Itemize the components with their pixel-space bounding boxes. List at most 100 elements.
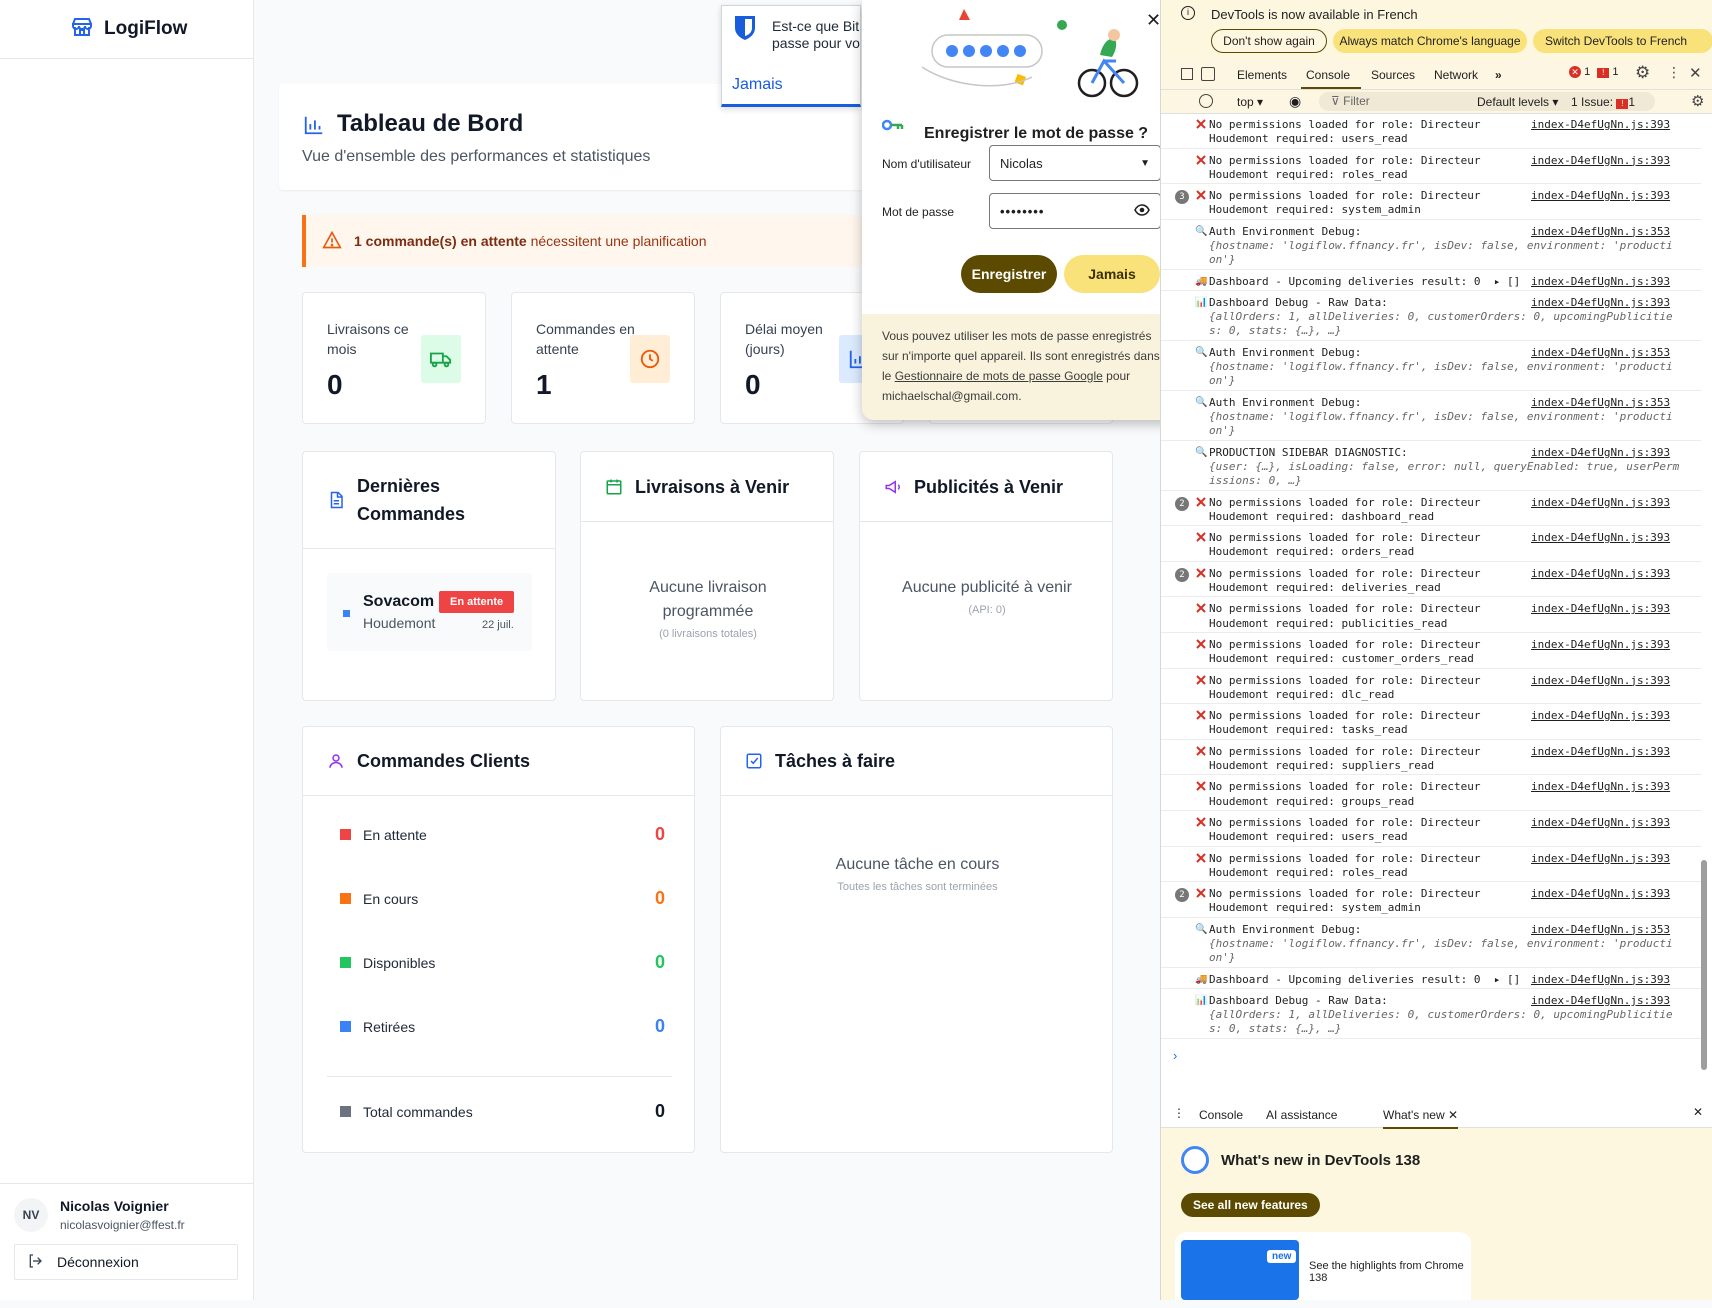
match-language-button[interactable]: Always match Chrome's language bbox=[1333, 29, 1527, 53]
message-object[interactable]: {allOrders: 1, allDeliveries: 0, custome… bbox=[1209, 1008, 1694, 1037]
source-link[interactable]: index-D4efUgNn.js:393 bbox=[1531, 567, 1670, 581]
bitwarden-never-button[interactable]: Jamais bbox=[732, 76, 783, 94]
console-settings-icon[interactable]: ⚙ bbox=[1691, 92, 1704, 110]
console-prompt[interactable]: › bbox=[1173, 1048, 1177, 1063]
console-error-row[interactable]: 2 No permissions loaded for role: Directe… bbox=[1161, 563, 1701, 598]
source-link[interactable]: index-D4efUgNn.js:393 bbox=[1531, 638, 1670, 652]
source-link[interactable]: index-D4efUgNn.js:393 bbox=[1531, 780, 1670, 794]
console-error-row[interactable]: No permissions loaded for role: Directeu… bbox=[1161, 741, 1701, 776]
message-object[interactable]: {hostname: 'logiflow.ffnancy.fr', isDev:… bbox=[1209, 239, 1694, 268]
message-object[interactable]: {allOrders: 1, allDeliveries: 0, custome… bbox=[1209, 310, 1694, 339]
console-error-row[interactable]: No permissions loaded for role: Directeu… bbox=[1161, 670, 1701, 705]
source-link[interactable]: index-D4efUgNn.js:393 bbox=[1531, 709, 1670, 723]
source-link[interactable]: index-D4efUgNn.js:393 bbox=[1531, 189, 1670, 203]
source-link[interactable]: index-D4efUgNn.js:393 bbox=[1531, 973, 1670, 987]
source-link[interactable]: index-D4efUgNn.js:393 bbox=[1531, 296, 1670, 310]
eye-icon[interactable] bbox=[1134, 203, 1150, 219]
console-log-row[interactable]: 📊 Dashboard Debug - Raw Data: {allOrders: … bbox=[1161, 292, 1701, 341]
console-log-row[interactable]: 🔍 Auth Environment Debug: {hostname: 'logi… bbox=[1161, 221, 1701, 270]
console-error-row[interactable]: No permissions loaded for role: Directeu… bbox=[1161, 848, 1701, 883]
order-item[interactable]: Sovacom En attente Houdemont 22 juil. bbox=[327, 573, 532, 651]
tab-network[interactable]: Network bbox=[1434, 68, 1478, 82]
clear-console-icon[interactable] bbox=[1199, 94, 1213, 108]
tab-sources[interactable]: Sources bbox=[1371, 68, 1415, 82]
device-toolbar-icon[interactable] bbox=[1201, 67, 1215, 81]
console-log-row[interactable]: 🚚 Dashboard - Upcoming deliveries result:… bbox=[1161, 271, 1701, 291]
console-log-row[interactable]: 📊 Dashboard Debug - Raw Data: {allOrders: … bbox=[1161, 990, 1701, 1039]
context-select[interactable]: top ▾ bbox=[1237, 95, 1263, 109]
dont-show-again-button[interactable]: Don't show again bbox=[1211, 29, 1327, 53]
source-link[interactable]: index-D4efUgNn.js:393 bbox=[1531, 674, 1670, 688]
logout-label: Déconnexion bbox=[57, 1254, 139, 1270]
console-error-row[interactable]: No permissions loaded for role: Directeu… bbox=[1161, 598, 1701, 633]
source-link[interactable]: index-D4efUgNn.js:353 bbox=[1531, 396, 1670, 410]
error-count-icon[interactable]: ✕ 1 ! 1 bbox=[1569, 66, 1618, 78]
inspect-icon[interactable] bbox=[1181, 68, 1193, 80]
source-link[interactable]: index-D4efUgNn.js:353 bbox=[1531, 923, 1670, 937]
username-select[interactable]: Nicolas ▼ bbox=[989, 145, 1161, 181]
source-link[interactable]: index-D4efUgNn.js:353 bbox=[1531, 346, 1670, 360]
source-link[interactable]: index-D4efUgNn.js:393 bbox=[1531, 531, 1670, 545]
message-object[interactable]: {user: {…}, isLoading: false, error: nul… bbox=[1209, 460, 1694, 489]
logout-button[interactable]: Déconnexion bbox=[14, 1244, 238, 1280]
switch-language-button[interactable]: Switch DevTools to French bbox=[1533, 29, 1712, 53]
source-link[interactable]: index-D4efUgNn.js:393 bbox=[1531, 994, 1670, 1008]
close-drawer-icon[interactable]: ✕ bbox=[1693, 1105, 1703, 1119]
console-log-row[interactable]: 🚚 Dashboard - Upcoming deliveries result:… bbox=[1161, 969, 1701, 989]
tab-console[interactable]: Console bbox=[1306, 68, 1350, 82]
source-link[interactable]: index-D4efUgNn.js:393 bbox=[1531, 887, 1670, 901]
source-link[interactable]: index-D4efUgNn.js:393 bbox=[1531, 446, 1670, 460]
console-scrollbar[interactable] bbox=[1701, 860, 1707, 1070]
source-link[interactable]: index-D4efUgNn.js:393 bbox=[1531, 852, 1670, 866]
console-error-row[interactable]: 2 No permissions loaded for role: Directe… bbox=[1161, 492, 1701, 527]
app-name: LogiFlow bbox=[104, 18, 188, 39]
drawer-tab-ai-assistance[interactable]: AI assistance bbox=[1266, 1108, 1337, 1122]
brand[interactable]: LogiFlow bbox=[0, 0, 253, 59]
settings-icon[interactable]: ⚙ bbox=[1635, 63, 1650, 83]
console-log-row[interactable]: 🔍 Auth Environment Debug: {hostname: 'logi… bbox=[1161, 919, 1701, 968]
message-object[interactable]: {hostname: 'logiflow.ffnancy.fr', isDev:… bbox=[1209, 937, 1694, 966]
console-error-row[interactable]: No permissions loaded for role: Directeu… bbox=[1161, 776, 1701, 811]
source-link[interactable]: index-D4efUgNn.js:393 bbox=[1531, 118, 1670, 132]
drawer-tab-whats-new[interactable]: What's new ✕ bbox=[1383, 1108, 1459, 1129]
legend-swatch bbox=[340, 957, 351, 968]
close-devtools-icon[interactable]: ✕ bbox=[1689, 64, 1702, 82]
console-log-row[interactable]: 🔍 Auth Environment Debug: {hostname: 'logi… bbox=[1161, 392, 1701, 441]
message-object[interactable]: {hostname: 'logiflow.ffnancy.fr', isDev:… bbox=[1209, 410, 1694, 439]
levels-select[interactable]: Default levels ▾ bbox=[1477, 95, 1558, 109]
source-link[interactable]: index-D4efUgNn.js:393 bbox=[1531, 154, 1670, 168]
console-error-row[interactable]: No permissions loaded for role: Directeu… bbox=[1161, 527, 1701, 562]
source-link[interactable]: index-D4efUgNn.js:393 bbox=[1531, 275, 1670, 289]
tab-elements[interactable]: Elements bbox=[1237, 68, 1287, 82]
source-link[interactable]: index-D4efUgNn.js:393 bbox=[1531, 816, 1670, 830]
see-all-features-button[interactable]: See all new features bbox=[1181, 1193, 1320, 1217]
console-error-row[interactable]: 3 No permissions loaded for role: Directe… bbox=[1161, 185, 1701, 220]
source-link[interactable]: index-D4efUgNn.js:393 bbox=[1531, 496, 1670, 510]
more-menu-icon[interactable]: ⋮ bbox=[1667, 64, 1681, 81]
more-tabs-icon[interactable]: » bbox=[1495, 68, 1502, 82]
drawer-tab-console[interactable]: Console bbox=[1199, 1108, 1243, 1122]
console-error-row[interactable]: No permissions loaded for role: Directeu… bbox=[1161, 634, 1701, 669]
close-icon[interactable]: ✕ bbox=[1146, 10, 1161, 31]
console-error-row[interactable]: 2 No permissions loaded for role: Directe… bbox=[1161, 883, 1701, 918]
message-object[interactable]: {hostname: 'logiflow.ffnancy.fr', isDev:… bbox=[1209, 360, 1694, 389]
console-error-row[interactable]: No permissions loaded for role: Directeu… bbox=[1161, 812, 1701, 847]
eye-toggle-icon[interactable]: ◉ bbox=[1289, 93, 1301, 110]
never-save-button[interactable]: Jamais bbox=[1064, 255, 1160, 293]
drawer-menu-icon[interactable]: ⋮ bbox=[1173, 1106, 1185, 1120]
console-error-row[interactable]: No permissions loaded for role: Directeu… bbox=[1161, 114, 1701, 149]
highlight-card[interactable]: new See the highlights from Chrome 138 bbox=[1175, 1232, 1471, 1300]
save-password-button[interactable]: Enregistrer bbox=[961, 255, 1057, 293]
console-log-row[interactable]: 🔍 Auth Environment Debug: {hostname: 'logi… bbox=[1161, 342, 1701, 391]
password-manager-link[interactable]: Gestionnaire de mots de passe Google bbox=[895, 369, 1103, 383]
console-error-row[interactable]: No permissions loaded for role: Directeu… bbox=[1161, 705, 1701, 740]
sidebar: LogiFlow NV Nicolas Voignier nicolasvoig… bbox=[0, 0, 254, 1300]
password-field[interactable]: •••••••• bbox=[989, 193, 1161, 229]
source-link[interactable]: index-D4efUgNn.js:353 bbox=[1531, 225, 1670, 239]
source-link[interactable]: index-D4efUgNn.js:393 bbox=[1531, 602, 1670, 616]
source-link[interactable]: index-D4efUgNn.js:393 bbox=[1531, 745, 1670, 759]
console-error-row[interactable]: No permissions loaded for role: Directeu… bbox=[1161, 150, 1701, 185]
console-log-row[interactable]: 🔍 PRODUCTION SIDEBAR DIAGNOSTIC: {user: {…… bbox=[1161, 442, 1701, 491]
username-label: Nom d'utilisateur bbox=[882, 157, 971, 171]
issues-link[interactable]: 1 Issue: ! 1 bbox=[1571, 95, 1635, 109]
